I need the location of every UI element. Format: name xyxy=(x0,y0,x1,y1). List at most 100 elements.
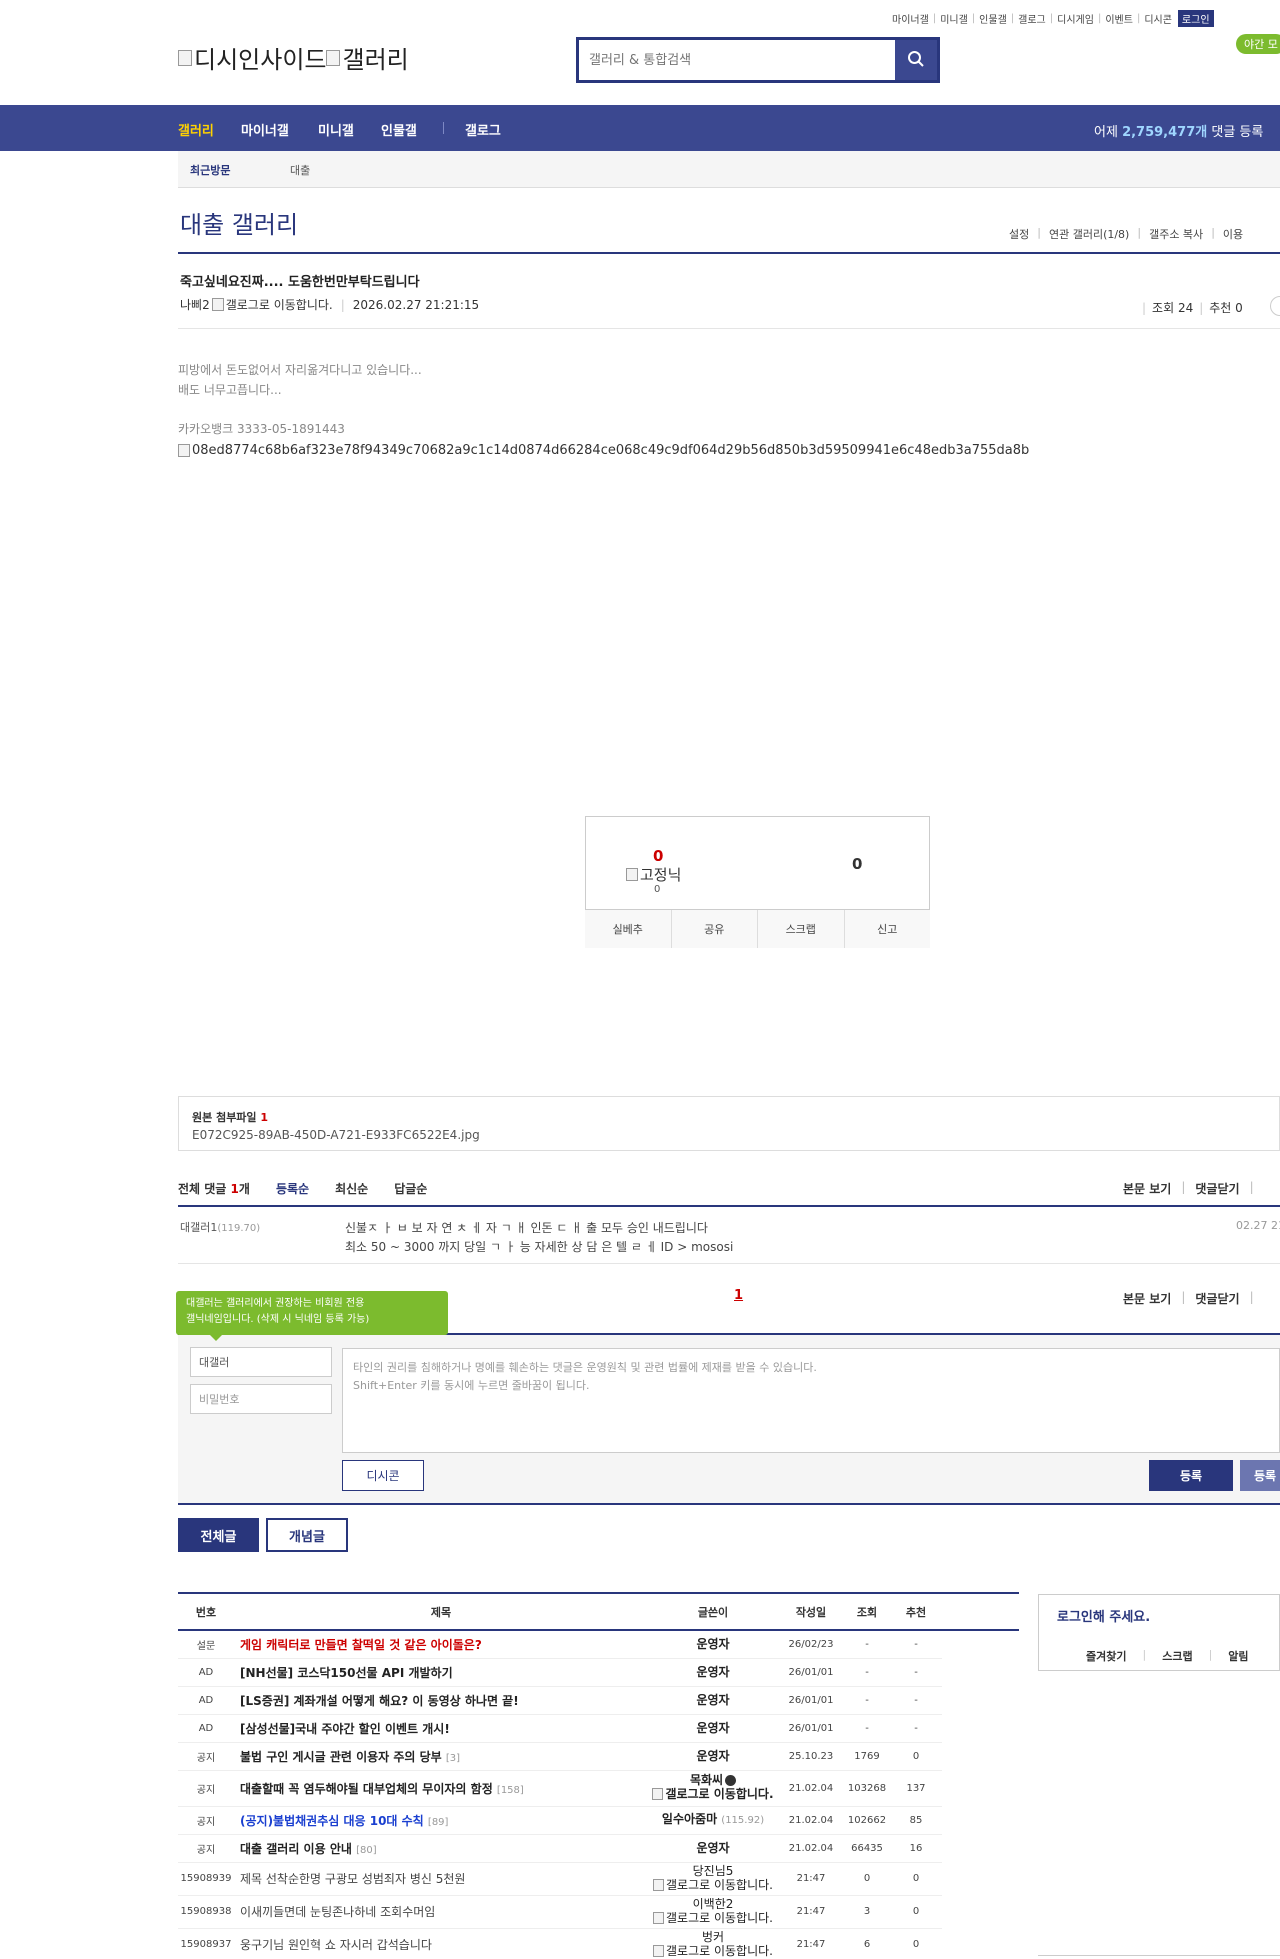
row-title[interactable]: 게임 캐릭터로 만들면 찰떡일 것 같은 아이돌은? xyxy=(234,1630,648,1659)
table-row[interactable]: 공지 (공지)불법채권추심 대응 10대 수칙 [89] 일수아줌마 (115.… xyxy=(178,1806,1019,1835)
tab-all-posts[interactable]: 전체글 xyxy=(178,1518,259,1552)
submit-with-button[interactable]: 등록 xyxy=(1240,1460,1280,1491)
row-writer[interactable]: 운영자 xyxy=(648,1742,778,1771)
row-title[interactable]: 대출 갤러리 이용 안내 [80] xyxy=(234,1834,648,1863)
usage-link[interactable]: 이용 xyxy=(1223,226,1243,242)
row-writer[interactable]: 운영자 xyxy=(648,1834,778,1863)
comment-textarea[interactable]: 타인의 권리를 침해하거나 명예를 훼손하는 댓글은 운영원칙 및 관련 법률에… xyxy=(342,1348,1280,1453)
recent-visit-label[interactable]: 최근방문 xyxy=(190,162,230,178)
row-title[interactable]: [LS증권] 계좌개설 어떻게 해요? 이 동영상 하나면 끝! xyxy=(234,1686,648,1715)
row-writer[interactable]: 목화씨 갤로그로 이동합니다. xyxy=(648,1770,778,1807)
table-row[interactable]: AD [NH선물] 코스닥150선물 API 개발하기 운영자 26/01/01… xyxy=(178,1658,1019,1687)
table-row[interactable]: 15908938 이새끼들면데 눈팅존나하네 조회수머임 이백한2 갤로그로 이… xyxy=(178,1895,1019,1929)
row-date: 25.10.23 xyxy=(778,1742,844,1771)
table-row[interactable]: 공지 대출할때 꼭 염두해야될 대부업체의 무이자의 함정 [158] 목화씨 … xyxy=(178,1770,1019,1807)
row-no: 설문 xyxy=(178,1630,234,1659)
row-views: 66435 xyxy=(844,1834,890,1863)
copy-address-link[interactable]: 갤주소 복사 xyxy=(1149,226,1203,242)
gnb-mini-gallery[interactable]: 미니갤 xyxy=(318,120,354,139)
attachment-file[interactable]: E072C925-89AB-450D-A721-E933FC6522E4.jpg xyxy=(192,1128,480,1142)
gallery-title[interactable]: 대출 갤러리 xyxy=(180,205,298,240)
table-row[interactable]: AD [LS증권] 계좌개설 어떻게 해요? 이 동영상 하나면 끝! 운영자 … xyxy=(178,1686,1019,1715)
gnb-gallery[interactable]: 갤러리 xyxy=(178,120,214,139)
search-button[interactable] xyxy=(895,40,937,80)
util-minor-gallery[interactable]: 마이너갤 xyxy=(892,11,929,26)
util-event[interactable]: 이벤트 xyxy=(1105,11,1133,26)
close-comments-link[interactable]: 댓글닫기 xyxy=(1195,1290,1239,1307)
table-row[interactable]: 설문 게임 캐릭터로 만들면 찰떡일 것 같은 아이돌은? 운영자 26/02/… xyxy=(178,1630,1019,1659)
view-body-link[interactable]: 본문 보기 xyxy=(1123,1180,1171,1197)
site-logo[interactable]: 디시인사이드 갤러리 xyxy=(178,40,409,75)
related-gallery-link[interactable]: 연관 갤러리(1/8) xyxy=(1049,226,1129,242)
favorites-link[interactable]: 즐겨찾기 xyxy=(1086,1648,1126,1664)
scrap-button[interactable]: 스크랩 xyxy=(758,910,845,948)
row-rec: 85 xyxy=(890,1806,942,1835)
recent-visit-item[interactable]: 대출 xyxy=(290,162,310,178)
fixed-nick-recommend[interactable]: 고정닉 xyxy=(626,864,681,885)
row-rec: 0 xyxy=(890,1862,942,1896)
comment-date: 02.27 21 xyxy=(1236,1219,1280,1232)
share-button[interactable]: 공유 xyxy=(672,910,758,948)
table-row[interactable]: 15908937 웅구기님 원인혁 쇼 자시러 갑석습니다 벙커 갤로그로 이동… xyxy=(178,1928,1019,1959)
row-writer[interactable]: 운영자 xyxy=(648,1686,778,1715)
row-writer[interactable]: 일수아줌마 (115.92) xyxy=(648,1806,778,1835)
scrap-link[interactable]: 스크랩 xyxy=(1162,1648,1192,1664)
table-row[interactable]: 공지 대출 갤러리 이용 안내 [80] 운영자 21.02.04 66435 … xyxy=(178,1834,1019,1863)
util-mini-gallery[interactable]: 미니갤 xyxy=(940,11,968,26)
login-button[interactable]: 로그인 xyxy=(1177,10,1214,27)
gnb-person-gallery[interactable]: 인물갤 xyxy=(381,120,417,139)
row-writer[interactable]: 벙커 갤로그로 이동합니다. xyxy=(648,1928,778,1959)
report-button[interactable]: 신고 xyxy=(845,910,931,948)
view-body-link[interactable]: 본문 보기 xyxy=(1123,1290,1171,1307)
row-writer[interactable]: 운영자 xyxy=(648,1658,778,1687)
night-mode-button[interactable]: 야간 모 xyxy=(1236,34,1280,54)
sort-latest[interactable]: 최신순 xyxy=(335,1180,368,1197)
row-writer[interactable]: 운영자 xyxy=(648,1630,778,1659)
gallog-link[interactable]: 갤로그로 이동합니다. xyxy=(226,296,333,313)
util-person-gallery[interactable]: 인물갤 xyxy=(979,11,1007,26)
table-row[interactable]: 15908939 제목 선착순한명 구광모 성범죄자 병신 5천원 당진님5 갤… xyxy=(178,1862,1019,1896)
row-title[interactable]: 제목 선착순한명 구광모 성범죄자 병신 5천원 xyxy=(234,1862,648,1896)
row-writer[interactable]: 당진님5 갤로그로 이동합니다. xyxy=(648,1862,778,1896)
row-writer[interactable]: 운영자 xyxy=(648,1714,778,1743)
post-option-button[interactable] xyxy=(1270,296,1280,316)
name-field[interactable]: 대갤러 xyxy=(190,1347,332,1377)
table-row[interactable]: 공지 불법 구인 게시글 관련 이용자 주의 당부 [3] 운영자 25.10.… xyxy=(178,1742,1019,1771)
recommend-down-count[interactable]: 0 xyxy=(852,855,862,873)
row-date: 26/01/01 xyxy=(778,1658,844,1687)
row-title[interactable]: (공지)불법채권추심 대응 10대 수칙 [89] xyxy=(234,1806,648,1835)
sort-registered[interactable]: 등록순 xyxy=(276,1180,309,1197)
util-gallog[interactable]: 갤로그 xyxy=(1018,11,1046,26)
post-image-alt: 08ed8774c68b6af323e78f94349c70682a9c1c14… xyxy=(192,443,1030,458)
row-title[interactable]: 이새끼들면데 눈팅존나하네 조회수머임 xyxy=(234,1895,648,1929)
row-title[interactable]: 불법 구인 게시글 관련 이용자 주의 당부 [3] xyxy=(234,1742,648,1771)
gnb-gallog[interactable]: 갤로그 xyxy=(465,120,501,139)
search-input[interactable] xyxy=(579,40,895,80)
sort-replies[interactable]: 답글순 xyxy=(394,1180,427,1197)
close-comments-link[interactable]: 댓글닫기 xyxy=(1195,1180,1239,1197)
post-writer[interactable]: 나삐2 xyxy=(180,296,210,313)
login-box-title[interactable]: 로그인해 주세요. xyxy=(1057,1606,1150,1625)
submit-button[interactable]: 등록 xyxy=(1149,1460,1233,1491)
gnb-minor-gallery[interactable]: 마이너갤 xyxy=(241,120,289,139)
row-writer[interactable]: 이백한2 갤로그로 이동합니다. xyxy=(648,1895,778,1929)
row-date: 21.02.04 xyxy=(778,1834,844,1863)
broken-image-icon xyxy=(178,444,190,457)
notification-link[interactable]: 알림 xyxy=(1228,1648,1248,1664)
dccon-button[interactable]: 디시콘 xyxy=(342,1460,424,1491)
row-title[interactable]: [삼성선물]국내 주야간 할인 이벤트 개시! xyxy=(234,1714,648,1743)
real-best-button[interactable]: 실베추 xyxy=(585,910,672,948)
util-dc-game[interactable]: 디시게임 xyxy=(1057,11,1094,26)
row-views: 1769 xyxy=(844,1742,890,1771)
table-row[interactable]: AD [삼성선물]국내 주야간 할인 이벤트 개시! 운영자 26/01/01 … xyxy=(178,1714,1019,1743)
row-rec: 0 xyxy=(890,1928,942,1959)
password-field[interactable]: 비밀번호 xyxy=(190,1384,332,1414)
util-dccon[interactable]: 디시콘 xyxy=(1144,11,1172,26)
comment-page-number[interactable]: 1 xyxy=(734,1288,743,1303)
row-title[interactable]: [NH선물] 코스닥150선물 API 개발하기 xyxy=(234,1658,648,1687)
row-title[interactable]: 웅구기님 원인혁 쇼 자시러 갑석습니다 xyxy=(234,1928,648,1959)
row-title[interactable]: 대출할때 꼭 염두해야될 대부업체의 무이자의 함정 [158] xyxy=(234,1770,648,1807)
tab-concept-posts[interactable]: 개념글 xyxy=(266,1518,348,1552)
gallery-settings-link[interactable]: 설정 xyxy=(1009,226,1029,242)
row-views: 0 xyxy=(844,1862,890,1896)
